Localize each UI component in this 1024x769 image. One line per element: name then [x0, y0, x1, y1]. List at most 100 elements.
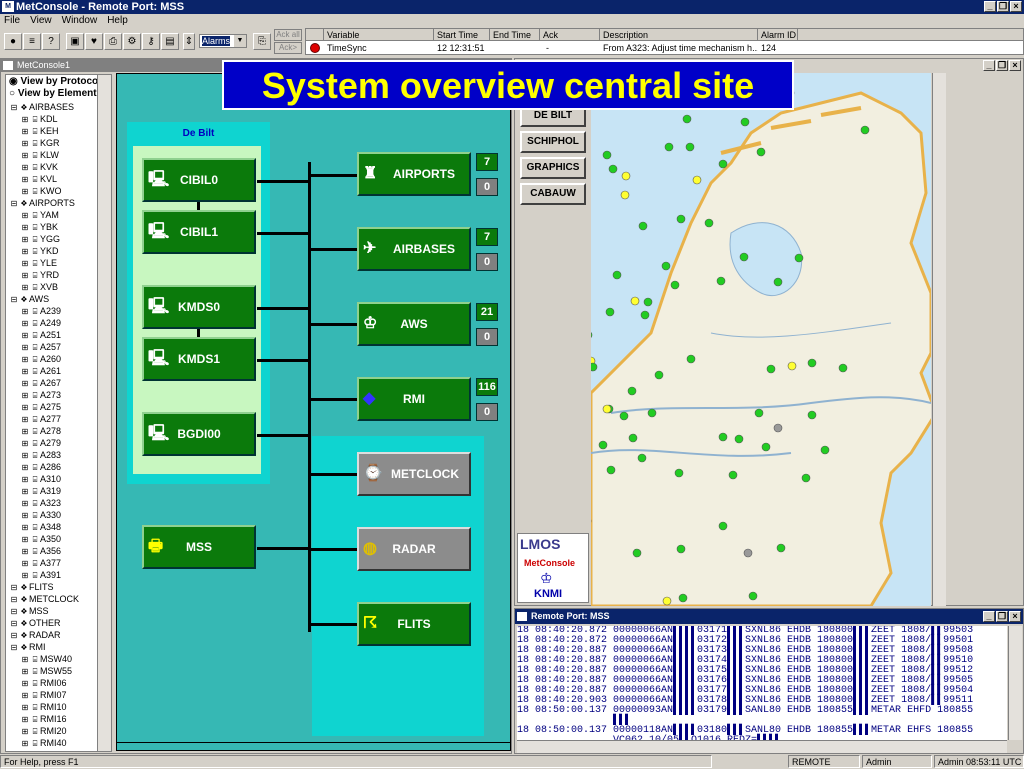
tree-item[interactable]: ⊞ ⌸ A249: [20, 317, 61, 329]
table-header-end-time[interactable]: End Time: [490, 29, 540, 41]
station-marker[interactable]: [647, 408, 657, 418]
station-marker[interactable]: [670, 280, 680, 290]
terminal-vertical-scrollbar[interactable]: [1008, 626, 1022, 740]
site-button-graphics[interactable]: GRAPHICS: [520, 157, 586, 179]
table-header-start-time[interactable]: Start Time: [434, 29, 490, 41]
tree-item[interactable]: ⊟ ❖FLITS: [9, 581, 54, 593]
tree-item[interactable]: ⊞ ⌸ A275: [20, 401, 61, 413]
info-icon[interactable]: ?: [42, 33, 60, 50]
tree-item[interactable]: ⊞ ⌸ KDL: [20, 113, 58, 125]
collapse-icon[interactable]: ⊟: [9, 102, 19, 114]
tree-item[interactable]: ⊞ ⌸ A356: [20, 545, 61, 557]
tree-item[interactable]: ⊞ ⌸ KGR: [20, 137, 60, 149]
close-button[interactable]: ×: [1010, 1, 1022, 12]
tree-item[interactable]: ⊞ ⌸ MSW55: [20, 665, 72, 677]
station-marker[interactable]: [602, 150, 612, 160]
station-marker[interactable]: [740, 117, 750, 127]
station-marker[interactable]: [773, 423, 783, 433]
terminal-horizontal-scrollbar[interactable]: [517, 740, 1007, 753]
tree-item[interactable]: ⊞ ⌸ A348: [20, 521, 61, 533]
station-marker[interactable]: [787, 361, 797, 371]
node-kmds1[interactable]: 🖳 KMDS1: [142, 337, 256, 381]
tree-item[interactable]: ⊞ ⌸ A377: [20, 557, 61, 569]
monitor-icon[interactable]: ▣: [66, 33, 84, 50]
ack-button[interactable]: Ack>: [274, 42, 302, 54]
station-marker[interactable]: [682, 114, 692, 124]
tree-item[interactable]: ⊞ ⌸ RMI06: [20, 677, 67, 689]
station-marker[interactable]: [591, 331, 593, 339]
table-header-alarm-id[interactable]: Alarm ID: [758, 29, 798, 41]
node-flits[interactable]: ☈ FLITS: [357, 602, 471, 646]
station-marker[interactable]: [640, 310, 650, 320]
minimize-button[interactable]: _: [984, 1, 996, 12]
tree-item[interactable]: ⊟ ❖AWS: [9, 293, 50, 305]
tree-item[interactable]: ⊞ ⌸ RMI40: [20, 737, 67, 749]
tree-item[interactable]: ⊟ ❖RMI: [9, 641, 46, 653]
station-marker[interactable]: [608, 164, 618, 174]
terminal-restore-button[interactable]: ❐: [996, 611, 1008, 622]
station-marker[interactable]: [704, 218, 714, 228]
tree-item[interactable]: ⊟ ❖RADAR: [9, 629, 61, 641]
collapse-icon[interactable]: ⊟: [9, 198, 19, 210]
tree-item[interactable]: ⊟ ❖METCLOCK: [9, 593, 79, 605]
node-kmds0[interactable]: 🖳 KMDS0: [142, 285, 256, 329]
tree-item[interactable]: ⊞ ⌸ XVB: [20, 281, 58, 293]
menu-help[interactable]: Help: [107, 14, 128, 28]
site-button-schiphol[interactable]: SCHIPHOL: [520, 131, 586, 153]
station-marker[interactable]: [627, 386, 637, 396]
tree-item[interactable]: ⊞ ⌸ A278: [20, 425, 61, 437]
alarms-dropdown[interactable]: Alarms ▼: [199, 34, 247, 48]
tree-item[interactable]: ⊞ ⌸ YBK: [20, 221, 58, 233]
tree-item[interactable]: ⊞ ⌸ A391: [20, 569, 61, 581]
tree-item[interactable]: ⊞ ⌸ A283: [20, 449, 61, 461]
node-radar[interactable]: ◍ RADAR: [357, 527, 471, 571]
menu-window[interactable]: Window: [62, 14, 98, 28]
station-marker[interactable]: [637, 453, 647, 463]
view-by-element-radio[interactable]: ○ View by Element: [9, 88, 97, 100]
tree-item[interactable]: ⊟ ❖AIRBASES: [9, 101, 74, 113]
tree-item[interactable]: ⊞ ⌸ MSW40: [20, 653, 72, 665]
map-close-button[interactable]: ×: [1009, 60, 1021, 71]
tree-item[interactable]: ⊞ ⌸ A277: [20, 413, 61, 425]
station-marker[interactable]: [801, 473, 811, 483]
chart-icon[interactable]: ▤: [161, 33, 179, 50]
station-marker[interactable]: [773, 277, 783, 287]
station-marker[interactable]: [654, 370, 664, 380]
table-header-variable[interactable]: Variable: [324, 29, 434, 41]
station-marker[interactable]: [756, 147, 766, 157]
station-marker[interactable]: [630, 296, 640, 306]
map-minimize-button[interactable]: _: [983, 60, 995, 71]
menu-file[interactable]: File: [4, 14, 20, 28]
node-cibil0[interactable]: 🖳 CIBIL0: [142, 158, 256, 202]
station-marker[interactable]: [612, 270, 622, 280]
tree-item[interactable]: ⊞ ⌸ YGG: [20, 233, 60, 245]
station-marker[interactable]: [718, 432, 728, 442]
tree-item[interactable]: ⊞ ⌸ KVK: [20, 161, 58, 173]
tree-item[interactable]: ⊞ ⌸ A239: [20, 305, 61, 317]
station-marker[interactable]: [619, 411, 629, 421]
station-marker[interactable]: [664, 142, 674, 152]
tree-item[interactable]: ⊞ ⌸ KVL: [20, 173, 57, 185]
menu-view[interactable]: View: [30, 14, 52, 28]
node-aws[interactable]: ♔ AWS: [357, 302, 471, 346]
tree-item[interactable]: ⊞ ⌸ RMI20: [20, 725, 67, 737]
netherlands-map[interactable]: [591, 73, 931, 606]
node-airports[interactable]: ♜ AIRPORTS: [357, 152, 471, 196]
terminal-output[interactable]: 18 08:40:20.872 00000066AN▌▌▌▌03171▌▌▌SX…: [517, 626, 1007, 752]
station-marker[interactable]: [606, 465, 616, 475]
station-marker[interactable]: [807, 358, 817, 368]
station-marker[interactable]: [748, 591, 758, 601]
station-marker[interactable]: [591, 362, 598, 372]
station-marker[interactable]: [728, 470, 738, 480]
collapse-icon[interactable]: ⊟: [9, 642, 19, 654]
tree-item[interactable]: ⊞ ⌸ A330: [20, 509, 61, 521]
list-icon[interactable]: ≡: [23, 33, 41, 50]
site-button-cabauw[interactable]: CABAUW: [520, 183, 586, 205]
station-marker[interactable]: [676, 214, 686, 224]
ack-all-button[interactable]: Ack all: [274, 29, 302, 41]
tree-item[interactable]: ⊞ ⌸ A257: [20, 341, 61, 353]
station-marker[interactable]: [718, 159, 728, 169]
tree-item[interactable]: ⊞ ⌸ YAM: [20, 209, 59, 221]
station-marker[interactable]: [860, 125, 870, 135]
tree-item[interactable]: ⊞ ⌸ A286: [20, 461, 61, 473]
